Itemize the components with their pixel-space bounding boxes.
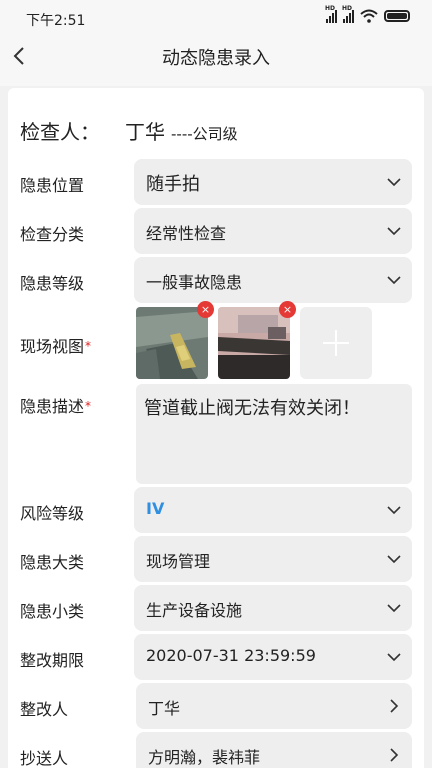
cc-picker[interactable]: 方明瀚，裴祎菲 [136,732,412,768]
required-mark: * [85,339,92,353]
grade-label: 隐患等级 [20,274,85,293]
description-label-text: 隐患描述 [20,397,85,416]
rectifier-value: 丁华 [148,699,181,718]
inspector-row: 检查人： 丁华 ----公司级 [20,116,238,145]
photo-thumbnail[interactable]: × [218,301,296,379]
photos-label-text: 现场视图 [20,337,85,356]
site-photo-2 [218,307,290,379]
wifi-icon [360,9,378,23]
deadline-select[interactable]: 2020-07-31 23:59:59 [134,634,412,680]
chevron-right-icon [390,748,399,762]
grade-select[interactable]: 一般事故隐患 [134,257,412,303]
description-textarea[interactable]: 管道截止阀无法有效关闭！ [136,384,412,484]
add-photo-button[interactable] [300,307,372,379]
minor-type-label: 隐患小类 [20,602,85,621]
major-type-select[interactable]: 现场管理 [134,536,412,582]
rectifier-label: 整改人 [20,700,69,719]
photo-list: × × [136,301,372,379]
nav-bar: 动态隐患录入 [0,36,432,86]
location-value: 随手拍 [146,174,200,195]
chevron-right-icon [390,699,399,713]
rectifier-picker[interactable]: 丁华 [136,683,412,729]
deadline-value: 2020-07-31 23:59:59 [146,646,316,665]
photo-thumbnail[interactable]: × [136,301,214,379]
deadline-label: 整改期限 [20,651,85,670]
page-title: 动态隐患录入 [162,48,270,69]
delete-photo-button[interactable]: × [197,301,214,318]
chevron-down-icon [387,276,401,285]
signal-icon-2: HD [342,5,354,23]
site-photo-1 [136,307,208,379]
cc-value: 方明瀚，裴祎菲 [148,748,261,767]
minor-type-value: 生产设备设施 [146,601,243,620]
status-bar: 下午2:51 HD HD [0,0,432,36]
chevron-down-icon [387,227,401,236]
category-value: 经常性检查 [146,224,227,243]
signal-icon: HD [325,5,337,23]
inspector-level: ----公司级 [171,125,238,143]
risk-level-label: 风险等级 [20,504,85,523]
signal-hd-label-2: HD [342,5,353,12]
location-select[interactable]: 随手拍 [134,159,412,205]
chevron-down-icon [387,555,401,564]
status-time: 下午2:51 [26,13,86,29]
chevron-down-icon [387,604,401,613]
grade-value: 一般事故隐患 [146,273,243,292]
location-label: 隐患位置 [20,176,85,195]
form-card: 检查人： 丁华 ----公司级 隐患位置 随手拍 检查分类 经常性检查 隐患等级… [8,88,424,768]
chevron-down-icon [387,653,401,662]
battery-icon [384,10,410,22]
photos-label: 现场视图* [20,333,91,357]
category-select[interactable]: 经常性检查 [134,208,412,254]
required-mark: * [85,399,92,413]
major-type-label: 隐患大类 [20,553,85,572]
signal-hd-label: HD [325,5,336,12]
risk-level-value: IV [146,499,165,518]
description-label: 隐患描述* [20,393,91,417]
delete-photo-button[interactable]: × [279,301,296,318]
minor-type-select[interactable]: 生产设备设施 [134,585,412,631]
inspector-label: 检查人： [20,120,100,144]
category-label: 检查分类 [20,225,85,244]
major-type-value: 现场管理 [146,552,211,571]
inspector-name: 丁华 [125,120,165,144]
cc-label: 抄送人 [20,749,69,768]
chevron-down-icon [387,506,401,515]
status-icons: HD HD [325,5,410,23]
chevron-down-icon [387,178,401,187]
risk-level-select[interactable]: IV [134,487,412,533]
